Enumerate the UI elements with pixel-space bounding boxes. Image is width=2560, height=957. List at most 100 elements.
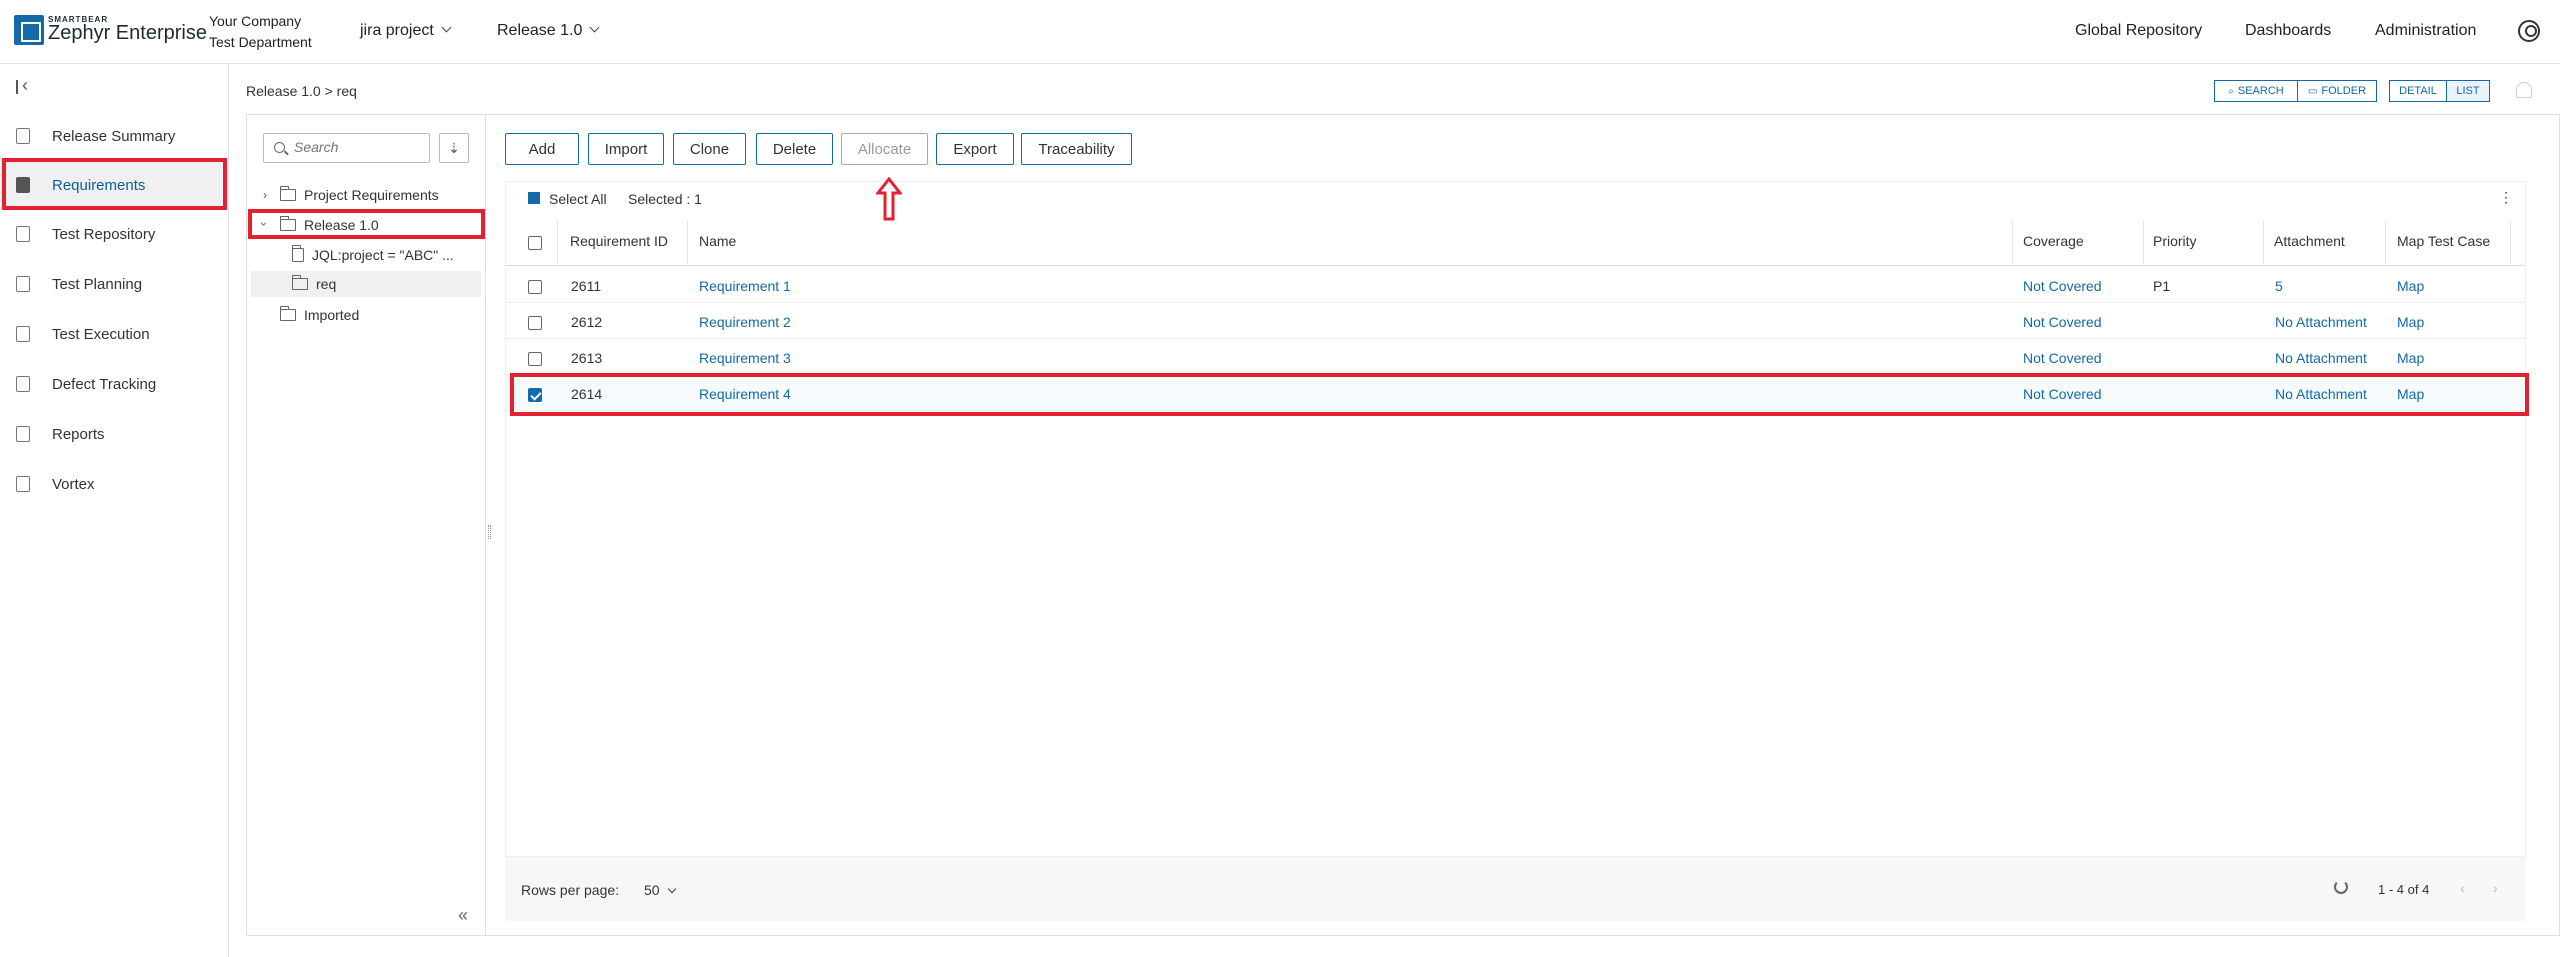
coverage-link[interactable]: Not Covered [2023,314,2102,330]
column-separator [687,220,688,264]
chevron-right-icon[interactable]: › [263,188,267,202]
map-link[interactable]: Map [2397,278,2424,294]
chart-icon [16,426,30,442]
sort-icon: ⇣ [448,140,460,156]
clone-button[interactable]: Clone [673,133,746,165]
header-checkbox[interactable] [528,236,542,250]
requirement-id: 2613 [571,350,603,366]
refresh-icon[interactable] [2334,880,2348,894]
sidebar-item-label: Defect Tracking [52,375,157,393]
column-separator [2012,220,2013,264]
map-link[interactable]: Map [2397,350,2424,366]
add-button[interactable]: Add [505,133,579,165]
previous-page-icon[interactable]: ‹ [2460,880,2465,896]
tree-node-jql[interactable]: JQL:project = "ABC" ... [292,242,454,268]
select-all-label[interactable]: Select All [549,191,607,207]
export-button[interactable]: Export [936,133,1014,165]
tree-search-field[interactable] [263,133,430,163]
search-icon [274,142,285,153]
chevron-down-icon [589,22,600,33]
folder-toggle-label: FOLDER [2321,85,2367,97]
clipboard-icon [16,128,30,144]
tree-node-req[interactable]: req [292,271,336,297]
attachment-link[interactable]: No Attachment [2275,314,2367,330]
collapse-sidebar-icon[interactable] [16,75,34,96]
highlight-box-requirements [2,158,227,210]
attachment-link[interactable]: No Attachment [2275,350,2367,366]
nav-administration[interactable]: Administration [2375,22,2476,40]
sidebar-item-test-planning[interactable]: Test Planning [0,260,229,308]
folder-open-icon [292,275,308,290]
requirement-name-link[interactable]: Requirement 2 [699,314,791,330]
delete-button[interactable]: Delete [756,133,833,165]
rows-per-page-select[interactable]: 50 [644,882,677,898]
column-header-priority[interactable]: Priority [2153,233,2197,249]
map-link[interactable]: Map [2397,314,2424,330]
nav-global-repository[interactable]: Global Repository [2075,22,2202,40]
column-header-name[interactable]: Name [699,233,736,249]
sidebar-item-release-summary[interactable]: Release Summary [0,112,229,160]
sidebar-item-vortex[interactable]: Vortex [0,460,229,508]
column-header-map-test-case[interactable]: Map Test Case [2397,233,2490,249]
search-toggle-label: SEARCH [2237,85,2284,97]
pagination-range: 1 - 4 of 4 [2378,882,2430,897]
requirement-name-link[interactable]: Requirement 1 [699,278,791,294]
brand-name[interactable]: Zephyr Enterprise [48,22,207,45]
breadcrumb: Release 1.0 > req [246,83,357,99]
column-header-coverage[interactable]: Coverage [2023,233,2084,249]
project-dropdown[interactable]: jira project [360,22,452,40]
sidebar-item-label: Reports [52,425,105,443]
row-checkbox[interactable] [528,352,542,366]
calendar-icon [16,276,30,292]
row-checkbox[interactable] [528,280,542,294]
table-row[interactable] [506,303,2525,339]
column-separator [2385,220,2386,264]
tree-search-input[interactable] [294,134,424,160]
tree-node-project-requirements[interactable]: Project Requirements [280,182,439,208]
zephyr-logo-icon[interactable] [14,15,44,45]
requirement-id: 2612 [571,314,603,330]
nav-dashboards[interactable]: Dashboards [2245,22,2331,40]
column-header-requirement-id[interactable]: Requirement ID [570,233,668,249]
sidebar-item-label: Test Planning [52,275,143,293]
attachment-link[interactable]: 5 [2275,278,2283,294]
coverage-link[interactable]: Not Covered [2023,350,2102,366]
bell-icon[interactable] [2516,82,2532,98]
coverage-link[interactable]: Not Covered [2023,278,2102,294]
sidebar-item-label: Release Summary [52,127,176,145]
requirement-name-link[interactable]: Requirement 3 [699,350,791,366]
row-checkbox[interactable] [528,316,542,330]
tree-node-label: Imported [304,307,360,323]
tree-node-label: req [316,276,337,292]
release-dropdown[interactable]: Release 1.0 [497,22,600,40]
import-button[interactable]: Import [588,133,664,165]
tree-node-imported[interactable]: Imported [280,302,359,328]
list-view-button[interactable]: LIST [2446,80,2490,102]
user-profile-icon[interactable] [2518,20,2540,42]
collapse-tree-icon[interactable]: « [458,905,468,926]
release-dropdown-label: Release 1.0 [497,22,583,39]
select-all-checkbox[interactable] [528,192,540,204]
next-page-icon[interactable]: › [2493,880,2498,896]
table-row[interactable] [506,267,2525,303]
sidebar-item-reports[interactable]: Reports [0,410,229,458]
more-options-icon[interactable]: ⋮ [2499,189,2513,206]
traceability-button[interactable]: Traceability [1021,133,1132,165]
sidebar-item-test-execution[interactable]: Test Execution [0,310,229,358]
detail-view-button[interactable]: DETAIL [2389,80,2447,102]
pane-splitter[interactable] [488,525,491,539]
highlight-box-release [248,209,485,239]
allocate-button[interactable]: Allocate [841,133,928,165]
search-toggle-button[interactable]: ⌕ SEARCH [2214,80,2298,102]
highlight-box-row [510,373,2529,416]
sidebar-item-defect-tracking[interactable]: Defect Tracking [0,360,229,408]
column-header-attachment[interactable]: Attachment [2274,233,2345,249]
folder-toggle-button[interactable]: ▭ FOLDER [2297,80,2377,102]
sort-button[interactable]: ⇣ [439,133,469,163]
list-view-label: LIST [2456,85,2480,97]
search-icon: ⌕ [2228,85,2234,97]
tree-node-label: Project Requirements [304,187,439,203]
rows-per-page-label: Rows per page: [521,882,620,898]
table-row[interactable] [506,339,2525,375]
sidebar-item-test-repository[interactable]: Test Repository [0,210,229,258]
